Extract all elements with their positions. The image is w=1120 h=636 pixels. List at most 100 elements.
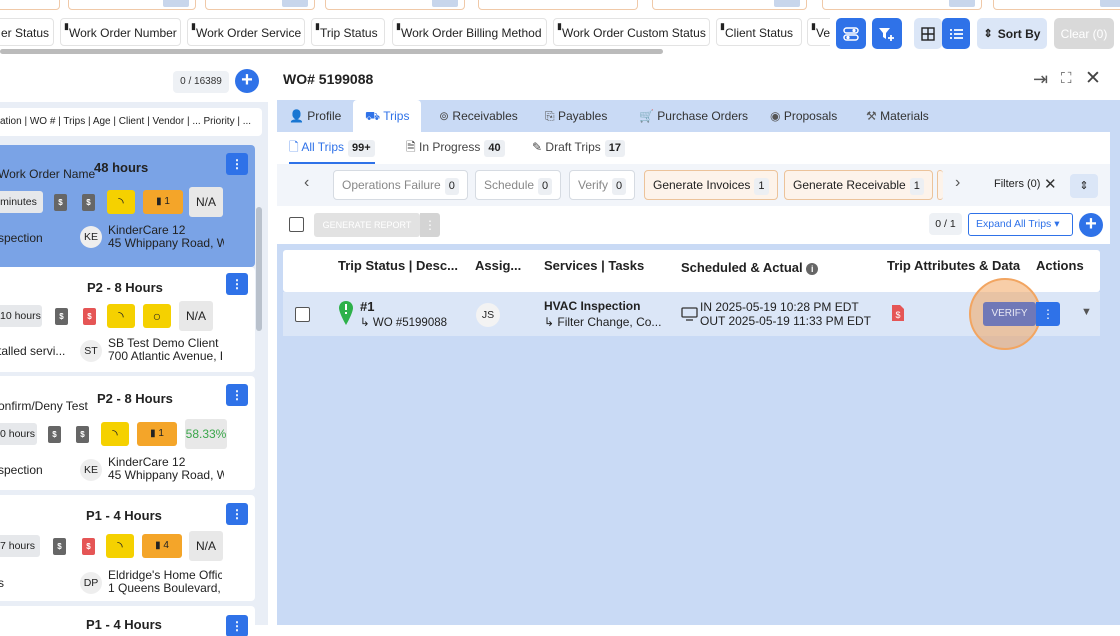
billing-chip: ▮ 1 [143,190,183,214]
clear-filters-button[interactable]: Clear (0) [1054,18,1114,49]
close-icon[interactable]: ✕ [1085,67,1101,90]
trip-task: ↳ Filter Change, Co... [544,315,662,329]
verify-button[interactable]: VERIFY [983,302,1036,326]
column-trip-status[interactable]: Trip Status | Desc... [338,258,458,273]
pin-icon: ▮ [315,21,320,31]
trip-subtabs: 🗋 All Trips 99+ 🗎 In Progress 40 ✎ Draft T… [277,132,1110,164]
selection-count: 0 / 1 [929,213,962,235]
generate-report-button[interactable]: GENERATE REPORT [314,213,420,237]
doc-icon: 🗋 [289,140,299,154]
horizontal-scrollbar[interactable] [0,49,663,54]
draft-icon: ✎ [532,140,543,154]
scroll-left-icon[interactable]: ‹ [304,174,309,192]
trip-wo-number: ↳ WO #5199088 [360,317,448,329]
status-filter-schedule[interactable]: Schedule 0 [475,170,562,200]
column-chip[interactable]: ▮ Client Status [716,18,802,46]
scroll-right-icon[interactable]: › [955,174,960,192]
card-menu-button[interactable]: ⋮ [226,503,248,525]
filter-chip[interactable] [0,0,60,10]
column-chip[interactable]: er Status [0,18,54,46]
column-assignee[interactable]: Assig... [475,258,521,273]
tab-payables[interactable]: ⎘ Payables [545,100,607,132]
toggle-columns-button[interactable] [836,18,866,49]
trip-action-menu-button[interactable]: ⋮ [1036,302,1060,326]
age-chip: 0 hours [0,423,37,445]
filter-chip[interactable] [993,0,1120,10]
card-menu-button[interactable]: ⋮ [226,273,248,295]
chevron-down-icon[interactable]: ▼ [1081,306,1092,318]
filter-chip[interactable] [325,0,465,10]
filter-chip[interactable] [205,0,315,10]
invoice-doc-icon: $ [83,308,96,325]
tab-proposals[interactable]: ◉ Proposals [770,100,837,132]
column-chip[interactable]: ▮ Work Order Billing Method [392,18,547,46]
invoice-doc-icon[interactable]: $ [891,304,905,322]
fullscreen-icon[interactable]: ⛶ [1061,70,1072,87]
work-order-card[interactable]: P2 - 8 Hours ⋮ 10 hours $ $ ◝ ○ N/A tall… [0,267,255,372]
tab-receivables[interactable]: ⊚ Receivables [439,100,518,132]
column-actions[interactable]: Actions [1036,258,1084,273]
tab-trips[interactable]: ⛟ Trips [353,100,422,132]
filter-chip[interactable] [478,0,638,10]
report-menu-button[interactable]: ⋮ [420,213,440,237]
column-chip[interactable]: ▮ Work Order Custom Status [553,18,710,46]
status-filter-generate-receivable[interactable]: Generate Receivable 1 [784,170,933,200]
column-filter-bar: er Status ▮ Work Order Number ▮ Work Order… [0,18,830,48]
column-scheduled[interactable]: Scheduled & Actual i [681,260,819,275]
tab-materials[interactable]: ⚒ Materials [866,100,929,132]
caret-down-icon: ▾ [1054,218,1060,230]
status-filter-operations-failure[interactable]: Operations Failure 0 [333,170,468,200]
grid-view-button[interactable] [914,18,942,49]
status-filter-verify[interactable]: Verify 0 [569,170,636,200]
status-filter-generate-invoices[interactable]: Generate Invoices 1 [644,170,778,200]
card-menu-button[interactable]: ⋮ [226,384,248,406]
tab-profile[interactable]: 👤 Profile [289,100,341,132]
column-chip[interactable]: ▮ Ve [807,18,830,46]
collapse-panel-icon[interactable]: ⇥ [1033,69,1048,90]
truck-icon: ⛟ [365,109,381,123]
avatar: KE [80,226,102,248]
status-filter-partial[interactable] [937,170,943,200]
list-column-header[interactable]: ation | WO # | Trips | Age | Client | Ve… [0,108,262,136]
filters-count[interactable]: Filters (0) [994,178,1040,190]
trip-service: HVAC Inspection [544,299,641,313]
add-trip-button[interactable]: + [1079,213,1103,237]
trip-row-checkbox[interactable] [295,307,310,322]
add-filter-button[interactable] [872,18,902,49]
sort-toggle-button[interactable]: ⇕ [1070,174,1098,198]
add-work-order-button[interactable]: + [235,69,259,93]
work-order-title: WO# 5199088 [283,71,374,87]
expand-all-trips-dropdown[interactable]: Expand All Trips ▾ [968,213,1073,236]
list-scrollbar[interactable] [256,207,262,331]
card-menu-button[interactable]: ⋮ [226,615,248,636]
list-view-button[interactable] [942,18,970,49]
work-order-card[interactable]: Work Order Name 48 hours ⋮ minutes $ $ ◝… [0,145,255,267]
work-order-card[interactable]: P1 - 4 Hours ⋮ 7 hours $ $ ◝ ▮ 4 N/A s D… [0,495,255,601]
select-all-checkbox[interactable] [289,217,304,232]
age-chip: 10 hours [0,305,42,327]
work-order-card[interactable]: P1 - 4 Hours ⋮ [0,606,255,636]
trip-row[interactable]: #1 ↳ WO #5199088 JS HVAC Inspection ↳ Fi… [283,278,1100,350]
tab-purchase-orders[interactable]: 🛒 Purchase Orders [639,100,748,132]
filter-chip[interactable] [822,0,982,10]
pin-icon: ▮ [191,21,196,31]
subtab-in-progress[interactable]: 🗎 In Progress 40 [406,132,505,164]
pin-icon: ▮ [557,21,562,31]
column-trip-attributes[interactable]: Trip Attributes & Data [887,258,1020,273]
cart-icon: 🛒 [639,109,654,123]
filter-chip[interactable] [68,0,196,10]
column-chip[interactable]: ▮ Trip Status [311,18,385,46]
clear-filter-icon[interactable]: ✕ [1044,175,1057,193]
trip-number[interactable]: #1 [360,299,374,314]
sort-button[interactable]: ⇕ Sort By [977,18,1047,49]
filter-chip[interactable] [652,0,807,10]
sort-icon: ⇕ [1079,180,1089,192]
subtab-all-trips[interactable]: 🗋 All Trips 99+ [289,132,375,164]
column-chip[interactable]: ▮ Work Order Service [187,18,305,46]
card-menu-button[interactable]: ⋮ [226,153,248,175]
toggle-icon [843,26,859,41]
work-order-card[interactable]: onfirm/Deny Test P2 - 8 Hours ⋮ 0 hours … [0,376,255,490]
column-services[interactable]: Services | Tasks [544,258,644,273]
column-chip[interactable]: ▮ Work Order Number [60,18,181,46]
subtab-draft-trips[interactable]: ✎ Draft Trips 17 [532,132,625,164]
